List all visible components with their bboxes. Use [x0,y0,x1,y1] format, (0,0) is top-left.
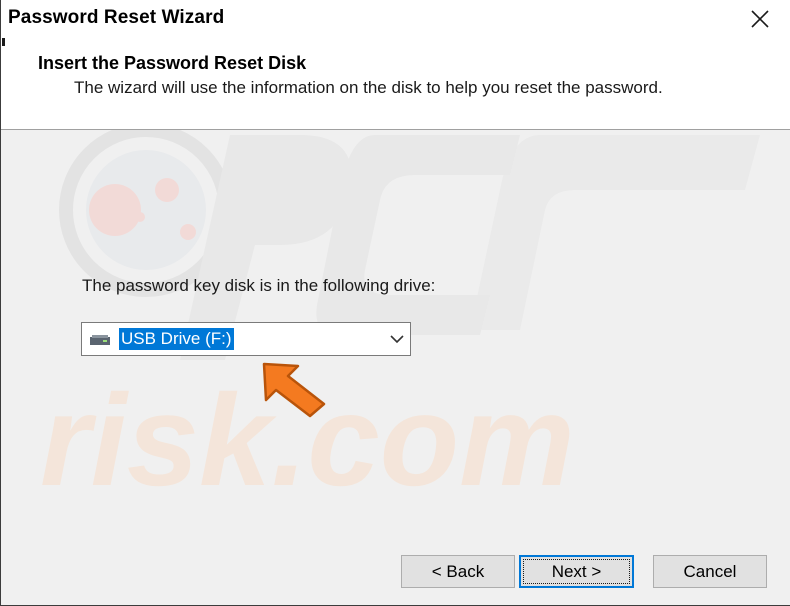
next-button[interactable]: Next > [519,555,634,588]
page-title: Insert the Password Reset Disk [38,53,307,73]
close-button[interactable] [730,0,790,38]
cancel-button-label: Cancel [683,561,737,581]
password-reset-wizard-window: Password Reset Wizard Insert the Passwor… [0,0,790,606]
header-marker [2,38,5,46]
drive-select-dropdown[interactable]: USB Drive (F:) [81,322,411,356]
back-button-label: < Back [431,561,485,581]
page-subtitle: The wizard will use the information on t… [74,78,663,97]
window-title: Password Reset Wizard [8,7,225,28]
drive-label: The password key disk is in the followin… [82,276,436,295]
drive-selected-value: USB Drive (F:) [119,328,234,350]
title-bar: Password Reset Wizard [0,0,790,38]
wizard-content: risk.com The password key disk is in the… [0,130,790,545]
usb-drive-icon [90,335,110,345]
wizard-header: Insert the Password Reset Disk The wizar… [0,38,790,130]
chevron-down-icon[interactable] [390,332,404,346]
pointer-arrow-icon [262,362,326,418]
cancel-button[interactable]: Cancel [653,555,767,588]
wizard-footer: < Back Next > Cancel [0,545,790,606]
back-button[interactable]: < Back [401,555,515,588]
focus-rectangle [523,559,630,584]
close-icon [751,10,769,28]
